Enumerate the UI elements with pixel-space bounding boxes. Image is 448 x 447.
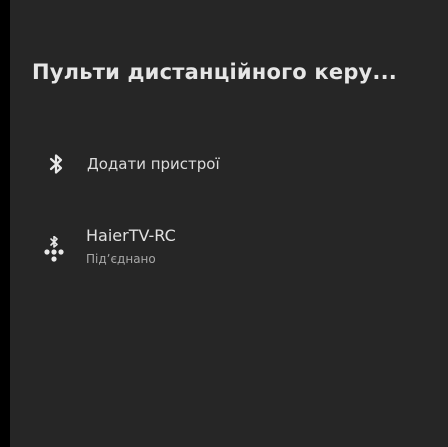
device-item-haiertv-rc[interactable]: HaierTV-RC Підʼєднано [32,226,442,282]
device-name: HaierTV-RC [86,226,176,245]
device-text: HaierTV-RC Підʼєднано [86,226,176,268]
remotes-panel: Пульти дистанційного керу... Додати прис… [10,0,448,447]
remote-control-icon [41,236,71,266]
page-title: Пульти дистанційного керу... [32,60,397,84]
add-device-label: Додати пристрої [87,155,220,173]
device-status: Підʼєднано [86,252,156,266]
add-device-button[interactable]: Додати пристрої [32,140,442,188]
bluetooth-icon [44,152,68,176]
